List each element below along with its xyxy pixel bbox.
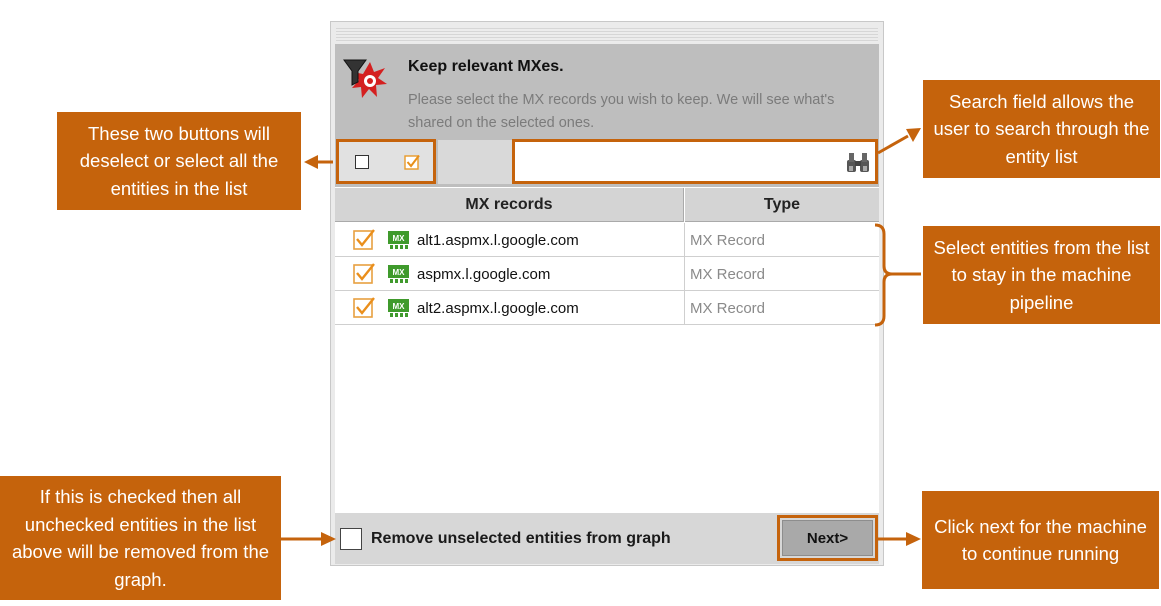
filter-burst-icon [343,59,387,98]
next-button[interactable]: Next> [782,520,873,556]
select-all-button[interactable] [404,154,420,170]
callout-remove-text: If this is checked then all unchecked en… [11,486,270,590]
toolbar-spacer [438,140,512,184]
callout-remove: If this is checked then all unchecked en… [0,476,281,600]
mx-record-icon: MX [388,231,409,249]
binoculars-icon[interactable] [845,151,871,173]
column-header-mx-records[interactable]: MX records [335,188,684,222]
callout-select-buttons: These two buttons will deselect or selec… [57,112,301,210]
row-name: alt1.aspmx.l.google.com [417,232,579,249]
row-divider [684,291,685,325]
row-name: aspmx.l.google.com [417,266,551,283]
dialog-title: Keep relevant MXes. [408,58,564,75]
row-type: MX Record [690,232,766,249]
callout-next-text: Click next for the machine to continue r… [934,515,1147,565]
row-type: MX Record [690,266,766,283]
mx-icon-label: MX [393,234,406,243]
row-divider [684,223,685,257]
row-checkbox[interactable] [353,262,375,284]
row-type: MX Record [690,300,766,317]
mx-record-icon: MX [388,265,409,283]
remove-unselected-checkbox[interactable] [340,528,362,550]
callout-next: Click next for the machine to continue r… [922,491,1159,589]
callout-select-entities-text: Select entities from the list to stay in… [933,236,1150,313]
row-checkbox[interactable] [353,296,375,318]
callout-select-buttons-text: These two buttons will deselect or selec… [79,122,279,199]
callout-search-text: Search field allows the user to search t… [933,90,1150,167]
dialog-description: Please select the MX records you wish to… [408,92,835,131]
callout-search: Search field allows the user to search t… [923,80,1160,178]
deselect-all-button[interactable] [355,155,369,169]
mx-icon-label: MX [393,268,406,277]
search-input[interactable] [512,139,878,184]
mx-record-icon: MX [388,299,409,317]
column-header-type[interactable]: Type [685,188,879,222]
row-name: alt2.aspmx.l.google.com [417,300,579,317]
row-checkbox[interactable] [353,228,375,250]
dialog-header-strip [336,28,878,42]
select-toggle-group [336,139,436,184]
row-divider [684,257,685,291]
callout-select-entities: Select entities from the list to stay in… [923,226,1160,324]
remove-unselected-label[interactable]: Remove unselected entities from graph [371,530,671,548]
mx-icon-label: MX [393,302,406,311]
